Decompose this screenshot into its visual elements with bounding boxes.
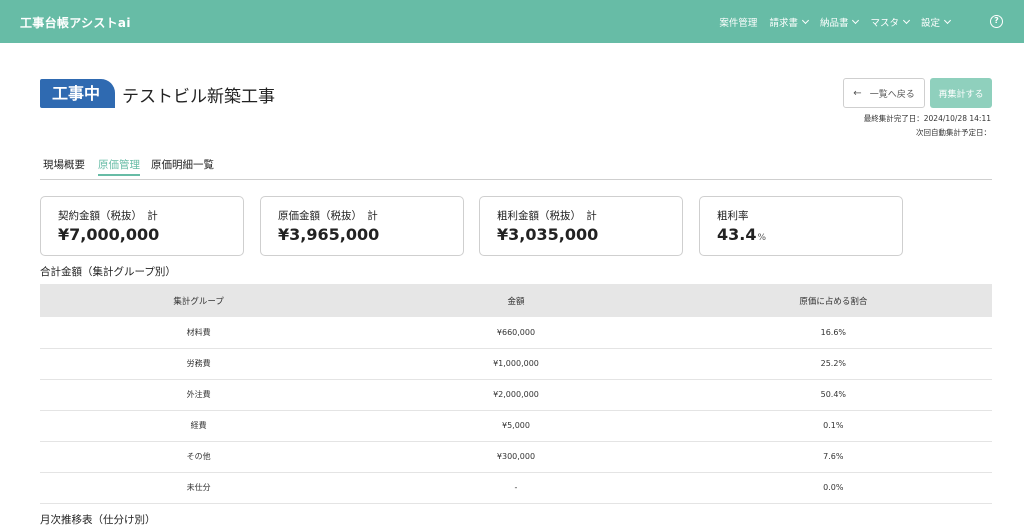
card-value: ¥3,965,000: [278, 225, 379, 244]
amount-cell: ¥300,000: [357, 441, 675, 473]
group-cell: 労務費: [40, 348, 358, 380]
app-title[interactable]: 工事台帳アシストai: [20, 14, 131, 31]
amount-cell: -: [357, 472, 675, 504]
chevron-down-icon: [943, 16, 952, 25]
gross-margin-card: 粗利率 43.4%: [699, 196, 903, 256]
nav-item-master[interactable]: マスタ: [870, 15, 911, 29]
column-header-group: 集計グループ: [40, 284, 358, 317]
card-value-unit: %: [757, 233, 767, 243]
amount-cell: ¥2,000,000: [357, 379, 675, 411]
ratio-cell: 7.6%: [674, 441, 992, 473]
help-icon[interactable]: ?: [990, 15, 1003, 28]
tab-cost-detail-list[interactable]: 原価明細一覧: [151, 157, 214, 172]
table-row: 未仕分 - 0.0%: [40, 472, 992, 504]
card-label: 粗利金額（税抜） 計: [497, 210, 597, 222]
card-value-number: ¥3,035,000: [497, 225, 599, 244]
tab-bar: 現場概要 原価管理 原価明細一覧: [40, 155, 992, 180]
last-aggregated-date: 最終集計完了日：2024/10/28 14:11: [863, 114, 991, 123]
tab-site-overview[interactable]: 現場概要: [43, 157, 85, 172]
back-button-label: 一覧へ戻る: [869, 89, 915, 100]
nav-item-label: 請求書: [769, 18, 798, 29]
ratio-cell: 50.4%: [674, 379, 992, 411]
nav-item-label: マスタ: [870, 18, 899, 29]
table-row: 材料費 ¥660,000 16.6%: [40, 317, 992, 349]
tab-cost-management[interactable]: 原価管理: [98, 157, 140, 176]
ratio-cell: 0.1%: [674, 410, 992, 442]
nav-item-label: 案件管理: [719, 18, 758, 29]
monthly-section-title: 月次推移表（仕分け別）: [40, 514, 156, 526]
arrow-left-icon: ←: [853, 87, 862, 99]
next-auto-aggregate-date: 次回自動集計予定日：: [916, 128, 991, 137]
recalculate-button-label: 再集計する: [938, 89, 984, 100]
column-header-ratio: 原価に占める割合: [674, 284, 992, 317]
recalculate-button[interactable]: 再集計する: [930, 78, 992, 108]
nav-item-label: 納品書: [819, 18, 849, 29]
ratio-cell: 0.0%: [674, 472, 992, 504]
summary-table: 集計グループ 金額 原価に占める割合 材料費 ¥660,000 16.6% 労務…: [40, 284, 992, 504]
contract-amount-card: 契約金額（税抜） 計 ¥7,000,000: [40, 196, 244, 256]
chevron-down-icon: [852, 16, 860, 25]
chevron-down-icon: [801, 16, 809, 25]
card-value-number: 43.4: [717, 225, 757, 244]
card-value: ¥7,000,000: [58, 225, 159, 244]
nav-item-settings[interactable]: 設定: [920, 15, 952, 29]
table-row: 経費 ¥5,000 0.1%: [40, 410, 992, 442]
summary-section-title: 合計金額（集計グループ別）: [40, 266, 176, 278]
amount-cell: ¥660,000: [357, 317, 675, 349]
table-header-row: 集計グループ 金額 原価に占める割合: [40, 284, 992, 317]
ratio-cell: 25.2%: [674, 348, 992, 380]
amount-cell: ¥5,000: [357, 410, 675, 442]
gross-profit-card: 粗利金額（税抜） 計 ¥3,035,000: [479, 196, 683, 256]
table-row: 外注費 ¥2,000,000 50.4%: [40, 379, 992, 411]
amount-cell: ¥1,000,000: [357, 348, 675, 380]
top-navigation-bar: 工事台帳アシストai 案件管理 請求書 納品書 マスタ 設定 ?: [0, 0, 1024, 43]
table-row: その他 ¥300,000 7.6%: [40, 441, 992, 473]
card-label: 契約金額（税抜） 計: [58, 210, 158, 222]
card-value: 43.4%: [717, 225, 766, 244]
back-to-list-button[interactable]: ← 一覧へ戻る: [843, 78, 925, 108]
card-label: 粗利率: [717, 210, 749, 222]
main-nav: 案件管理 請求書 納品書 マスタ 設定: [707, 15, 952, 29]
card-value-number: ¥3,965,000: [278, 225, 380, 244]
nav-item-label: 設定: [920, 18, 940, 29]
card-value: ¥3,035,000: [497, 225, 598, 244]
card-value-number: ¥7,000,000: [58, 225, 160, 244]
page-title: テストビル新築工事: [122, 87, 275, 107]
chevron-down-icon: [902, 16, 911, 25]
ratio-cell: 16.6%: [674, 317, 992, 349]
status-badge: 工事中: [40, 79, 115, 108]
nav-item-invoices[interactable]: 請求書: [769, 15, 809, 29]
group-cell: 外注費: [40, 379, 358, 411]
nav-item-delivery-notes[interactable]: 納品書: [819, 15, 860, 29]
cost-amount-card: 原価金額（税抜） 計 ¥3,965,000: [260, 196, 464, 256]
column-header-amount: 金額: [357, 284, 675, 317]
nav-item-projects[interactable]: 案件管理: [719, 15, 757, 29]
card-label: 原価金額（税抜） 計: [278, 210, 378, 222]
group-cell: 未仕分: [40, 472, 358, 504]
group-cell: 材料費: [40, 317, 358, 349]
table-row: 労務費 ¥1,000,000 25.2%: [40, 348, 992, 380]
group-cell: その他: [40, 441, 358, 473]
group-cell: 経費: [40, 410, 358, 442]
